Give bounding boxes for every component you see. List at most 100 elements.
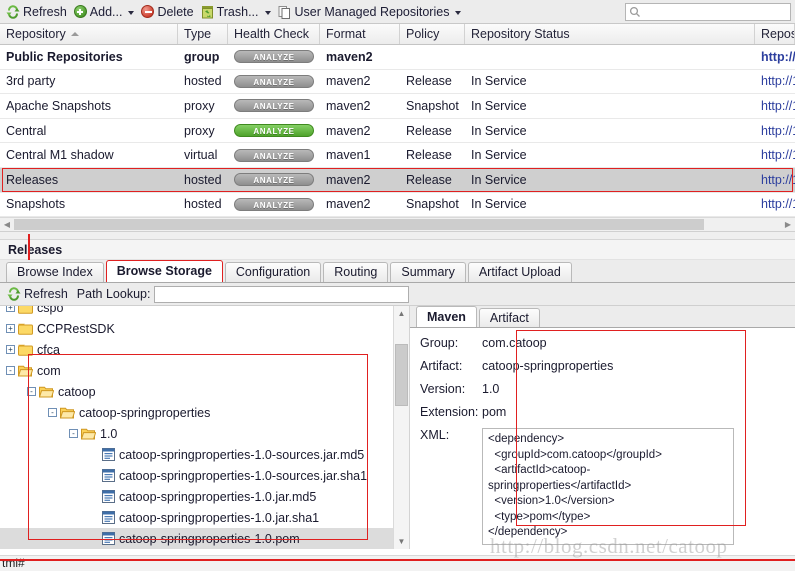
column-header-policy[interactable]: Policy — [400, 24, 465, 44]
expand-icon[interactable]: + — [6, 306, 15, 313]
add-button[interactable]: Add... — [72, 4, 140, 20]
table-row[interactable]: Central proxy ANALYZE maven2 Release In Servi… — [0, 119, 795, 144]
scroll-left-icon[interactable]: ◀ — [0, 220, 14, 229]
refresh-button[interactable]: Refresh — [4, 4, 72, 20]
xml-snippet[interactable]: <dependency> <groupId>com.catoop</groupI… — [482, 428, 734, 545]
repository-url-link[interactable]: http://19 — [761, 124, 795, 138]
tab-routing[interactable]: Routing — [323, 262, 389, 283]
tab-configuration[interactable]: Configuration — [224, 262, 322, 283]
tree-node[interactable]: + cfca — [0, 339, 393, 360]
hscroll-track[interactable] — [14, 218, 781, 231]
table-row[interactable]: Apache Snapshots proxy ANALYZE maven2 Snapsh… — [0, 94, 795, 119]
hscroll-thumb[interactable] — [14, 219, 704, 231]
field-label: Artifact: — [420, 359, 463, 374]
cell-policy: Snapshot — [406, 98, 459, 113]
tree-node[interactable]: catoop-springproperties-1.0.jar.sha1 — [0, 507, 393, 528]
tree-node[interactable]: + CCPRestSDK — [0, 318, 393, 339]
tree-vertical-scrollbar[interactable]: ▲ ▼ — [393, 306, 409, 550]
repository-url-link[interactable]: http://19 — [761, 74, 795, 88]
grid-body: Public Repositories group ANALYZE maven2 htt… — [0, 45, 795, 218]
repository-url-link[interactable]: http://19 — [761, 50, 795, 64]
folder-closed-icon — [18, 344, 33, 356]
cell-repository-status: In Service — [471, 172, 527, 187]
detail-panel-title: Releases — [0, 240, 795, 261]
tree-node[interactable]: - com — [0, 360, 393, 381]
tree-node[interactable]: - catoop-springproperties — [0, 402, 393, 423]
browse-refresh-label: Refresh — [24, 287, 68, 302]
column-header-format[interactable]: Format — [320, 24, 400, 44]
cell-health-check: ANALYZE — [228, 168, 320, 192]
scroll-down-icon[interactable]: ▼ — [394, 534, 409, 549]
collapse-icon[interactable]: - — [48, 408, 57, 418]
table-row[interactable]: 3rd party hosted ANALYZE maven2 Release In Se… — [0, 70, 795, 95]
column-header-repository[interactable]: Repository — [0, 24, 178, 44]
cell-repository: 3rd party — [6, 74, 56, 89]
analyze-button[interactable]: ANALYZE — [234, 148, 314, 162]
search-icon — [629, 6, 641, 18]
column-header-repository-path[interactable]: Reposit — [755, 24, 795, 44]
column-header-repository-status[interactable]: Repository Status — [465, 24, 755, 44]
table-row[interactable]: Snapshots hosted ANALYZE maven2 Snapshot In S… — [0, 193, 795, 218]
analyze-button[interactable]: ANALYZE — [234, 173, 314, 187]
vscroll-thumb[interactable] — [395, 344, 408, 407]
cell-repository-path: http://19 — [755, 45, 795, 69]
search-box[interactable] — [625, 3, 791, 21]
collapse-icon[interactable]: - — [27, 387, 36, 397]
tree-spacer-icon — [90, 492, 99, 501]
expand-icon[interactable]: + — [6, 324, 15, 334]
storage-tree[interactable]: + cspo + CCPRestSDK + cfca - com - catoop - catoop-… — [0, 306, 393, 550]
scroll-right-icon[interactable]: ▶ — [781, 220, 795, 229]
tab-summary[interactable]: Summary — [390, 262, 466, 283]
info-tab-artifact[interactable]: Artifact — [478, 308, 540, 328]
collapse-icon[interactable]: - — [69, 429, 78, 439]
grid-horizontal-scrollbar[interactable]: ◀ ▶ — [0, 217, 795, 233]
browse-refresh-button[interactable]: Refresh — [5, 286, 73, 302]
repository-url-link[interactable]: http://19 — [761, 148, 795, 162]
user-managed-repositories-button[interactable]: User Managed Repositories — [276, 4, 467, 20]
tab-artifact-upload[interactable]: Artifact Upload — [467, 262, 572, 283]
tree-node[interactable]: - 1.0 — [0, 423, 393, 444]
cell-repository-path: http://19 — [755, 119, 795, 143]
repository-url-link[interactable]: http://19 — [761, 99, 795, 113]
analyze-button[interactable]: ANALYZE — [234, 124, 314, 138]
panel-splitter[interactable] — [0, 232, 795, 241]
tree-node[interactable]: catoop-springproperties-1.0.jar.md5 — [0, 486, 393, 507]
table-row[interactable]: Public Repositories group ANALYZE maven2 htt… — [0, 45, 795, 70]
artifact-info-pane: Maven Artifact Group: com.catoop Artifact: c… — [410, 306, 795, 550]
info-tab-maven[interactable]: Maven — [416, 306, 477, 328]
search-input[interactable] — [641, 4, 790, 20]
column-header-health-check[interactable]: Health Check — [228, 24, 320, 44]
scroll-up-icon[interactable]: ▲ — [394, 306, 409, 321]
cell-health-check: ANALYZE — [228, 94, 320, 118]
analyze-button[interactable]: ANALYZE — [234, 197, 314, 211]
folder-closed-icon — [18, 323, 33, 335]
collapse-icon[interactable]: - — [6, 366, 15, 376]
cell-repository: Releases — [6, 172, 59, 187]
column-header-type[interactable]: Type — [178, 24, 228, 44]
tree-node[interactable]: catoop-springproperties-1.0.pom — [0, 528, 393, 550]
tree-node-label: cfca — [37, 342, 60, 357]
tree-node-label: catoop-springproperties-1.0.jar.md5 — [119, 489, 317, 504]
tree-node[interactable]: + cspo — [0, 306, 393, 318]
folder-open-icon — [17, 365, 34, 377]
repository-url-link[interactable]: http://19 — [761, 173, 795, 187]
tab-browse-index[interactable]: Browse Index — [6, 262, 104, 283]
delete-button[interactable]: Delete — [139, 4, 198, 20]
expand-icon[interactable]: + — [6, 345, 15, 355]
tree-node[interactable]: catoop-springproperties-1.0-sources.jar.… — [0, 465, 393, 486]
cell-repository-path: http://19 — [755, 168, 795, 192]
table-row[interactable]: Releases hosted ANALYZE maven2 Release In Ser… — [0, 167, 795, 193]
tree-node[interactable]: catoop-springproperties-1.0-sources.jar.… — [0, 444, 393, 465]
trash-button[interactable]: Trash... — [199, 4, 276, 20]
field-value: 1.0 — [482, 382, 500, 397]
tab-browse-storage[interactable]: Browse Storage — [105, 260, 223, 283]
tree-node[interactable]: - catoop — [0, 381, 393, 402]
repository-url-link[interactable]: http://19 — [761, 197, 795, 211]
path-lookup-input[interactable] — [154, 285, 410, 303]
analyze-button[interactable]: ANALYZE — [234, 74, 314, 88]
folder-closed-icon — [18, 306, 33, 314]
table-row[interactable]: Central M1 shadow virtual ANALYZE maven1 Rel… — [0, 143, 795, 168]
cell-health-check: ANALYZE — [228, 143, 320, 167]
analyze-button[interactable]: ANALYZE — [234, 50, 314, 64]
analyze-button[interactable]: ANALYZE — [234, 99, 314, 113]
